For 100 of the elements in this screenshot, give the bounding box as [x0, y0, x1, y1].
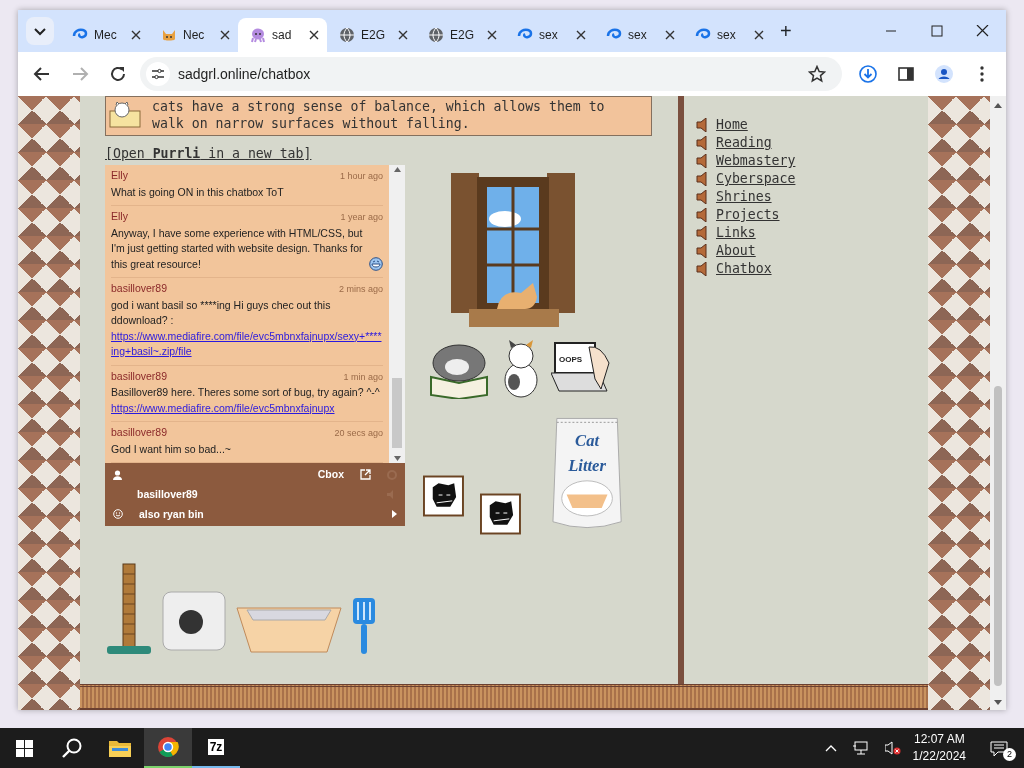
info-text: cats have a strong sense of balance, which allows them to — [152, 98, 605, 115]
bag-label-text: Litter — [568, 456, 606, 476]
message-time: 1 min ago — [343, 370, 383, 384]
scroll-down-icon[interactable] — [994, 700, 1002, 706]
octopus-icon — [250, 27, 266, 43]
browser-tab[interactable]: sex — [505, 18, 594, 52]
message-text: Basillover89 here. Theres some sort of bug, try again? ^-^ — [111, 385, 380, 400]
browser-tab[interactable]: sex — [683, 18, 772, 52]
back-arrow-icon[interactable] — [33, 65, 51, 83]
notifications-button[interactable]: 2 — [990, 735, 1016, 761]
browser-tab[interactable]: Nec — [149, 18, 238, 52]
nav-link[interactable]: About — [716, 241, 756, 261]
nav-link[interactable]: Links — [716, 223, 756, 243]
message-author: basillover89 — [111, 368, 168, 384]
browser-tab[interactable]: sex — [594, 18, 683, 52]
scroll-up-icon[interactable] — [393, 167, 401, 172]
nav-link[interactable]: Reading — [716, 133, 772, 153]
message-text: god i want basil so ****ing Hi guys chec out this ddownload? : — [111, 297, 332, 328]
show-hidden-icons-chevron-icon[interactable] — [824, 744, 837, 752]
message-link[interactable]: https://www.mediafire.com/file/evc5mbnxfajnupx/sexy+****ing+basil~.zip/file — [111, 328, 383, 360]
bullet-icon — [696, 262, 710, 276]
close-icon[interactable] — [309, 30, 319, 40]
folder-icon[interactable] — [109, 739, 131, 757]
search-icon[interactable] — [62, 738, 82, 758]
bullet-icon — [696, 208, 710, 222]
nav-link[interactable]: Projects — [716, 205, 780, 225]
close-icon[interactable] — [576, 30, 586, 40]
close-icon[interactable] — [976, 25, 990, 37]
framed-cat-picture — [423, 475, 464, 517]
scrollbar-thumb[interactable] — [392, 378, 402, 448]
message-author: Elly — [111, 209, 128, 224]
chrome-icon[interactable] — [157, 736, 179, 758]
star-icon[interactable] — [808, 65, 826, 83]
screen-text: OOPS — [559, 355, 583, 364]
message-time: 1 year ago — [340, 211, 383, 224]
message-text: God I want him so bad...~ — [111, 441, 231, 457]
download-icon[interactable] — [859, 65, 877, 83]
info-text: walk on narrow surfaces without falling. — [152, 115, 471, 132]
browser-tab[interactable]: E2G — [327, 18, 416, 52]
clock-date[interactable]: 1/22/2024 — [912, 748, 966, 765]
scrollbar-thumb[interactable] — [994, 386, 1002, 686]
user-icon[interactable] — [113, 469, 122, 480]
message-author: basillover89 — [111, 281, 168, 296]
tab-search-chevron-icon[interactable] — [26, 17, 54, 45]
message-field[interactable]: also ryan bin — [139, 506, 376, 523]
volume-icon[interactable] — [884, 741, 901, 755]
close-icon[interactable] — [220, 30, 230, 40]
profile-icon[interactable] — [935, 65, 953, 83]
scroll-up-icon[interactable] — [994, 102, 1002, 108]
close-icon[interactable] — [665, 30, 675, 40]
cat-in-box-icon — [108, 101, 142, 129]
nav-link[interactable]: Chatbox — [716, 259, 772, 279]
notification-count: 2 — [1003, 748, 1016, 761]
side-panel-icon[interactable] — [897, 65, 915, 83]
network-icon[interactable] — [852, 741, 869, 755]
bullet-icon — [696, 172, 710, 186]
close-icon[interactable] — [131, 30, 141, 40]
reload-icon[interactable] — [109, 65, 127, 83]
message-link[interactable]: https://www.mediafire.com/file/evc5mbnxfajnupx — [111, 400, 383, 416]
browser-tab[interactable]: sad — [238, 18, 327, 52]
windows-start-icon[interactable] — [15, 739, 33, 757]
archiver-icon[interactable]: 7z — [207, 739, 225, 755]
message-author: basillover89 — [111, 425, 168, 440]
open-link[interactable]: [Open Purrli in a new tab] — [105, 145, 312, 162]
message-text: What is going ON in this chatbox ToT — [111, 184, 284, 200]
scroll-down-icon[interactable] — [393, 456, 401, 461]
message-time: 20 secs ago — [334, 427, 383, 440]
message-author: Elly — [111, 168, 128, 183]
bullet-icon — [696, 154, 710, 168]
site-settings-icon[interactable] — [146, 62, 170, 86]
close-icon[interactable] — [398, 30, 408, 40]
framed-cat-picture — [479, 493, 521, 535]
nav-link[interactable]: Webmastery — [716, 151, 796, 171]
nav-link[interactable]: Home — [716, 115, 748, 135]
maximize-icon[interactable] — [930, 25, 944, 37]
send-arrow-icon[interactable] — [392, 510, 397, 519]
name-field[interactable]: basillover89 — [137, 486, 387, 503]
notification-icon — [990, 741, 1008, 758]
browser-tab[interactable]: Mec — [60, 18, 149, 52]
external-link-icon[interactable] — [360, 469, 371, 481]
close-icon[interactable] — [487, 30, 497, 40]
bullet-icon — [696, 226, 710, 240]
smiley-icon[interactable] — [113, 509, 123, 520]
browser-tab[interactable]: E2G — [416, 18, 505, 52]
message-text: Anyway, I have some experience with HTML/CSS, but I'm just getting started with website design. Thanks for this great resource! — [111, 225, 364, 272]
message-time: 1 hour ago — [339, 170, 383, 183]
address-bar[interactable]: sadgrl.online/chatbox — [140, 57, 842, 91]
bag-label-text: Cat — [575, 430, 599, 450]
nav-link[interactable]: Shrines — [716, 187, 772, 207]
scooper-drawing — [351, 596, 377, 657]
clock-time[interactable]: 12:07 AM — [912, 731, 966, 748]
close-icon[interactable] — [754, 30, 764, 40]
bullet-icon — [696, 118, 710, 132]
brand-link[interactable]: Cbox — [317, 467, 344, 483]
nav-link[interactable]: Cyberspace — [716, 169, 796, 189]
globe-icon — [339, 27, 355, 43]
bullet-icon — [696, 244, 710, 258]
message-time: 2 mins ago — [338, 283, 383, 296]
new-tab-button[interactable]: + — [780, 21, 792, 41]
globe-icon — [428, 27, 444, 43]
